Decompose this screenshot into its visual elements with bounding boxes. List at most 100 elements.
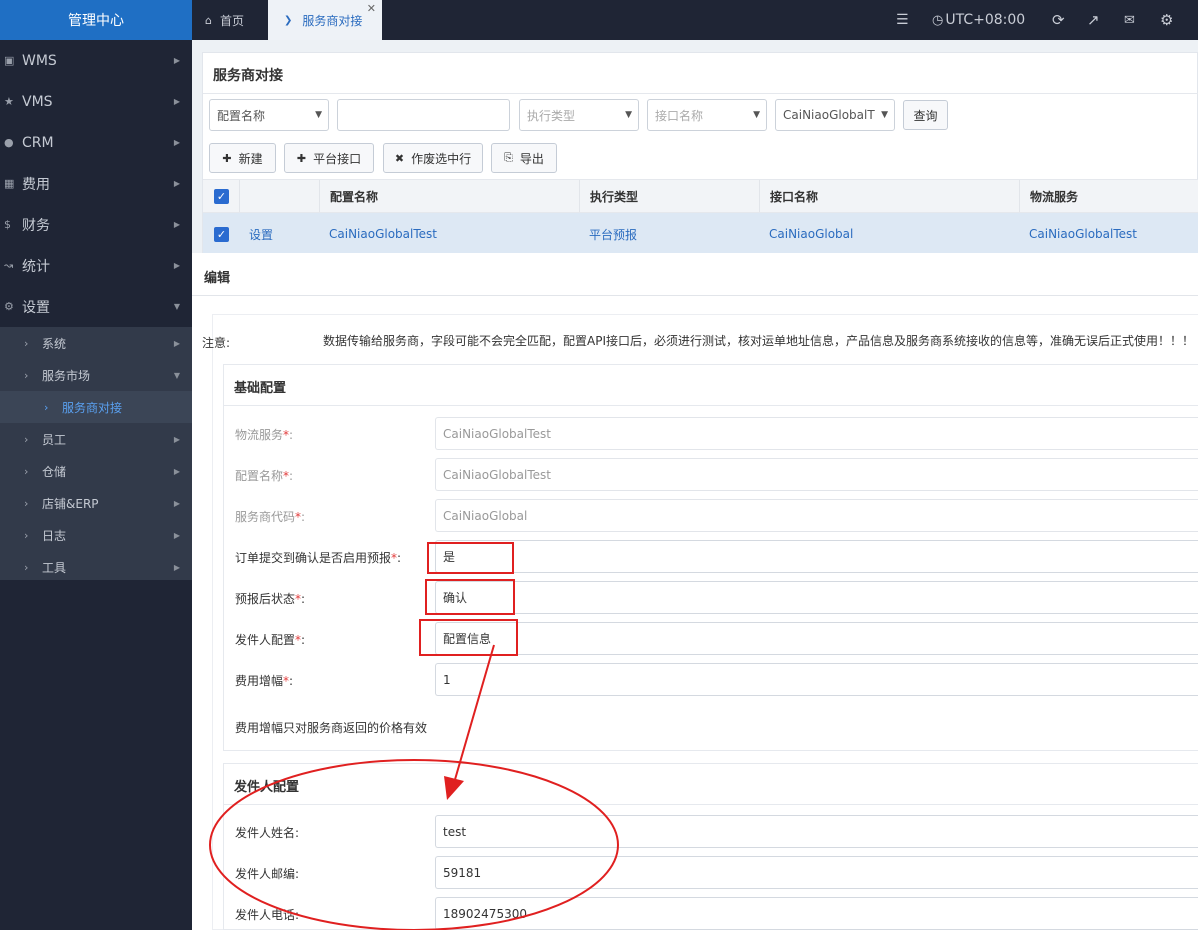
close-icon[interactable]: ✕: [367, 3, 376, 14]
sidebar-item-tools[interactable]: › 工具 ▶: [0, 551, 192, 583]
fee-increase-input[interactable]: 1: [435, 663, 1198, 696]
plus-icon: ✚: [222, 151, 232, 165]
row-checkbox[interactable]: ✓: [203, 213, 239, 255]
sidebar-item-service-provider[interactable]: › 服务商对接: [0, 391, 192, 423]
caret-down-icon: ▼: [881, 110, 888, 120]
sender-name-input[interactable]: test: [435, 815, 1198, 848]
settings-submenu: › 系统 ▶ › 服务市场 ▼ › 服务商对接 › 员工 ▶ › 仓储 ▶ › …: [0, 327, 192, 580]
top-bar: 管理中心 ⌂ 首页 ❯ 服务商对接 ✕ ☰ ◷ UTC+08:00 ⟳ ↗ ✉ …: [0, 0, 1198, 40]
label-text: 预报后状态: [235, 592, 296, 606]
sidebar-item-staff[interactable]: › 员工 ▶: [0, 423, 192, 455]
row-settings-link[interactable]: 设置: [239, 213, 319, 255]
sidebar-item-wms[interactable]: ▣ WMS ▶: [0, 40, 192, 81]
sidebar-item-warehouse[interactable]: › 仓储 ▶: [0, 455, 192, 487]
chevron-right-icon: ❯: [284, 14, 293, 26]
sender-config-select[interactable]: 配置信息: [435, 622, 1198, 655]
sidebar-item-finance[interactable]: $ 财务 ▶: [0, 204, 192, 245]
column-header-api-name[interactable]: 接口名称: [759, 180, 1019, 212]
sidebar-item-store-erp[interactable]: › 店铺&ERP ▶: [0, 487, 192, 519]
sidebar-item-label: 店铺&ERP: [42, 496, 99, 511]
exec-type-select[interactable]: 执行类型 ▼: [519, 99, 639, 131]
export-button[interactable]: ⎘ 导出: [491, 143, 557, 173]
service-select[interactable]: CaiNiaoGlobalT ▼: [775, 99, 895, 131]
column-header-config-name[interactable]: 配置名称: [319, 180, 579, 212]
divider: [224, 804, 1198, 805]
query-button[interactable]: 查询: [903, 100, 948, 130]
sidebar-item-stats[interactable]: ↝ 统计 ▶: [0, 245, 192, 286]
sidebar-item-label: 系统: [42, 336, 67, 351]
sidebar-item-label: VMS: [22, 93, 53, 110]
sidebar-item-settings[interactable]: ⚙ 设置 ▼: [0, 286, 192, 327]
section-title: 发件人配置: [234, 780, 300, 795]
sidebar-item-service-market[interactable]: › 服务市场 ▼: [0, 359, 192, 391]
sidebar-item-label: 设置: [22, 299, 50, 316]
sidebar-item-label: WMS: [22, 52, 57, 69]
row-api-name[interactable]: CaiNiaoGlobal: [759, 213, 1019, 255]
tab-service-provider[interactable]: ❯ 服务商对接 ✕: [268, 0, 382, 40]
exec-type-placeholder: 执行类型: [527, 108, 576, 123]
row-exec-type[interactable]: 平台预报: [579, 213, 759, 255]
label-text: 物流服务: [235, 428, 284, 442]
sidebar-item-logs[interactable]: › 日志 ▶: [0, 519, 192, 551]
row-service[interactable]: CaiNiaoGlobalTest: [1019, 213, 1198, 255]
basic-config-section: 基础配置 物流服务*: CaiNiaoGlobalTest 配置名称*: Cai…: [223, 364, 1198, 751]
api-name-select[interactable]: 接口名称 ▼: [647, 99, 767, 131]
bug-icon[interactable]: ⚙: [1160, 0, 1173, 40]
column-header-service[interactable]: 物流服务: [1019, 180, 1198, 212]
bank-icon: ▣: [4, 54, 15, 67]
field-label-sender-phone: 发件人电话:: [235, 908, 300, 922]
void-selected-button[interactable]: ✖ 作废选中行: [383, 143, 483, 173]
post-forecast-status-select[interactable]: 确认: [435, 581, 1198, 614]
sidebar-item-crm[interactable]: ● CRM ▶: [0, 122, 192, 163]
field-label-sender-name: 发件人姓名:: [235, 826, 300, 840]
sidebar-item-fees[interactable]: ▦ 费用 ▶: [0, 163, 192, 204]
timezone-display[interactable]: ◷ UTC+08:00: [932, 0, 1025, 40]
export-button-label: 导出: [519, 151, 544, 166]
caret-right-icon: ▶: [173, 220, 180, 229]
grid-header: ✓ 配置名称 执行类型 接口名称 物流服务: [203, 179, 1198, 213]
chevron-right-icon: ›: [44, 400, 49, 414]
caret-right-icon: ▶: [173, 338, 180, 348]
menu-toggle-icon[interactable]: ☰: [896, 0, 909, 40]
config-name-select[interactable]: 配置名称 ▼: [209, 99, 329, 131]
caret-right-icon: ▶: [173, 138, 180, 147]
tab-active-label: 服务商对接: [302, 13, 363, 28]
notice-text: 数据传输给服务商，字段可能不会完全匹配，配置API接口后，必须进行测试，核对运单…: [323, 334, 1194, 348]
config-name-select-value: 配置名称: [217, 108, 266, 123]
chevron-right-icon: ›: [24, 368, 29, 382]
refresh-icon[interactable]: ⟳: [1052, 0, 1065, 40]
caret-right-icon: ▶: [173, 179, 180, 188]
logistics-service-field[interactable]: CaiNiaoGlobalTest: [435, 417, 1198, 450]
sidebar-item-label: 财务: [22, 217, 50, 234]
platform-api-button[interactable]: ✚ 平台接口: [284, 143, 374, 173]
caret-down-icon: ▼: [173, 370, 180, 380]
table-row[interactable]: ✓ 设置 CaiNiaoGlobalTest 平台预报 CaiNiaoGloba…: [203, 213, 1198, 255]
config-name-field[interactable]: CaiNiaoGlobalTest: [435, 458, 1198, 491]
check-icon: ✓: [214, 226, 229, 242]
field-label-sender-zip: 发件人邮编:: [235, 867, 300, 881]
column-header-action: [239, 180, 319, 212]
clock-icon: ◷: [932, 12, 944, 28]
config-name-input[interactable]: [337, 99, 510, 131]
new-button[interactable]: ✚ 新建: [209, 143, 276, 173]
brand-title[interactable]: 管理中心: [0, 0, 192, 40]
external-link-icon[interactable]: ↗: [1087, 0, 1100, 40]
sidebar-item-vms[interactable]: ★ VMS ▶: [0, 81, 192, 122]
row-config-name[interactable]: CaiNiaoGlobalTest: [319, 213, 579, 255]
caret-down-icon: ▼: [625, 110, 632, 120]
sidebar-item-system[interactable]: › 系统 ▶: [0, 327, 192, 359]
sidebar-item-label: 仓储: [42, 464, 67, 479]
sender-phone-input[interactable]: 18902475300: [435, 897, 1198, 930]
new-button-label: 新建: [238, 151, 263, 166]
select-all-checkbox[interactable]: ✓: [203, 180, 239, 212]
sidebar-item-label: 员工: [42, 432, 67, 447]
provider-code-field[interactable]: CaiNiaoGlobal: [435, 499, 1198, 532]
sender-zip-input[interactable]: 59181: [435, 856, 1198, 889]
enable-forecast-select[interactable]: 是: [435, 540, 1198, 573]
column-header-exec-type[interactable]: 执行类型: [579, 180, 759, 212]
timezone-label: UTC+08:00: [945, 12, 1026, 28]
service-select-value: CaiNiaoGlobalT: [783, 108, 875, 122]
tab-home[interactable]: ⌂ 首页: [192, 0, 268, 40]
check-icon: ✓: [214, 188, 229, 204]
mail-icon[interactable]: ✉: [1124, 0, 1135, 40]
